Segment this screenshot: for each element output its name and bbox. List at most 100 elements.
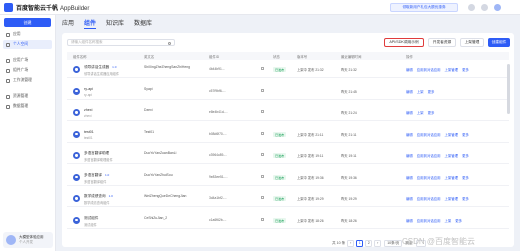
action-3[interactable]: 更多 (428, 111, 435, 115)
search-input[interactable]: 请输入组件名称搜索 (67, 39, 175, 46)
promo-button[interactable]: 领取新用户礼包大额优惠券 (390, 3, 458, 12)
action-2[interactable]: 上架管理 (445, 197, 459, 201)
row-actions: 编辑 应用到对话应用 上架管理 更多 (406, 132, 473, 137)
english-name: Test01 (144, 129, 154, 134)
action-0[interactable]: 编辑 (406, 133, 413, 137)
table-row[interactable]: 测试组件 测试组件 CeShiZuJian_2 c1a6f62b-... 已发布 上架中 … (67, 213, 509, 229)
action-2[interactable]: 上架管理 (445, 133, 459, 137)
copy-icon[interactable] (261, 67, 264, 70)
create-component-button[interactable]: 创建组件 (488, 38, 510, 47)
action-2[interactable]: 上架 (417, 90, 424, 94)
developer-resources-button[interactable]: 开发者资源 (428, 38, 456, 47)
action-0[interactable]: 编辑 (406, 197, 413, 201)
component-name[interactable]: 领导讲话生成器 1.0 (84, 65, 116, 70)
listing-manage-button[interactable]: 上架管理 (460, 38, 484, 47)
action-0[interactable]: 编辑 (406, 111, 413, 115)
tab-database[interactable]: 数据库 (134, 16, 152, 29)
component-name[interactable]: 测试组件 (84, 216, 101, 221)
action-0[interactable]: 编辑 (406, 176, 413, 180)
action-3[interactable]: 更多 (462, 133, 469, 137)
table-row[interactable]: zhexi zhexi Dzexi e8e4b41d-... 昨天 21:24 编辑 上架更… (67, 105, 509, 121)
tab-components[interactable]: 组件 (84, 16, 97, 29)
component-icon (73, 109, 80, 116)
action-1[interactable]: 应用到对话应用 (417, 197, 441, 201)
action-0[interactable]: 编辑 (406, 154, 413, 158)
page-1[interactable]: 1 (356, 239, 364, 247)
action-2[interactable]: 上架管理 (445, 176, 459, 180)
version-tag: 1.0 (108, 194, 113, 198)
component-icon (6, 68, 10, 73)
next-page-button[interactable]: › (374, 239, 382, 247)
action-3[interactable]: 更多 (428, 90, 435, 94)
component-icon (73, 66, 80, 73)
action-0[interactable]: 编辑 (406, 219, 413, 223)
copy-icon[interactable] (261, 110, 264, 113)
copy-icon[interactable] (261, 131, 264, 135)
table-row[interactable]: 领导讲话生成器 1.0 领导讲话生成器应用组件 ShiXingZheZhengSanZ… (67, 62, 509, 78)
bell-icon[interactable] (468, 4, 475, 11)
component-name[interactable]: 多语言翻译 1.0 (84, 173, 109, 178)
status-badge: 已发布 (273, 67, 287, 72)
component-desc: zhexi (84, 114, 92, 118)
action-2[interactable]: 上架管理 (445, 154, 459, 158)
page-size-select[interactable]: 10条/页 (384, 239, 403, 247)
component-name[interactable]: zhexi (84, 108, 95, 112)
help-icon[interactable] (481, 4, 488, 11)
action-2[interactable]: 上架管理 (445, 68, 459, 72)
table-row[interactable]: 多语言翻译助理 多语言翻译助理组件 DuoYuYanZuanBanLi c3964c8… (67, 148, 509, 164)
version-info: 上架中 发布 18:26 (297, 218, 324, 223)
action-3[interactable]: 更多 (455, 219, 462, 223)
component-name[interactable]: test01 (84, 130, 97, 134)
action-0[interactable]: 编辑 (406, 68, 413, 72)
action-2[interactable]: 上架 (417, 111, 424, 115)
action-2[interactable]: 上架 (445, 219, 452, 223)
tab-apps[interactable]: 应用 (62, 16, 74, 29)
component-id: e8e4b41d-... (209, 110, 228, 114)
action-0[interactable]: 编辑 (406, 90, 413, 94)
action-1[interactable]: 应用到对话应用 (417, 219, 441, 223)
component-name[interactable]: ry-api (84, 87, 96, 91)
copy-icon[interactable] (261, 88, 264, 92)
resource-icon (6, 94, 10, 99)
sidebar-item-personal[interactable]: 个人空间 (3, 40, 52, 49)
sidebar-item-resources[interactable]: 资源管理 (3, 92, 52, 101)
api-sdk-example-button[interactable]: API/SDK调用示例 (384, 38, 424, 47)
sidebar-item-data[interactable]: 数据管理 (3, 102, 52, 111)
action-3[interactable]: 更多 (462, 68, 469, 72)
component-name[interactable]: 多语言翻译助理 (84, 151, 112, 156)
action-1[interactable]: 应用到对话应用 (417, 154, 441, 158)
sidebar-item-workflow[interactable]: 工作流管理 (3, 76, 52, 85)
copy-icon[interactable] (261, 153, 264, 156)
component-id: c3964c89-... (209, 153, 228, 157)
create-button[interactable]: 创建 (4, 18, 51, 27)
user-card[interactable]: 大模型体验应用 个人开发 (3, 232, 53, 248)
table-row[interactable]: 多语言翻译 1.0 多语言翻译组件 DuoYuYanZhuiSou 9e83ee51-.… (67, 170, 509, 186)
action-3[interactable]: 更多 (462, 154, 469, 158)
copy-icon[interactable] (261, 174, 264, 178)
action-1[interactable]: 应用到对话应用 (417, 68, 441, 72)
sidebar-item-app-square[interactable]: 应用广场 (3, 56, 52, 65)
edit-time: 昨天 21:45 (341, 89, 357, 94)
action-3[interactable]: 更多 (462, 197, 469, 201)
edit-time: 昨天 19:29 (341, 197, 357, 201)
copy-icon[interactable] (261, 196, 264, 199)
action-1[interactable]: 应用到对话应用 (417, 133, 441, 137)
row-actions: 编辑 应用到对话应用 上架 更多 (406, 218, 466, 223)
prev-page-button[interactable]: ‹ (347, 239, 355, 247)
sidebar-item-apps[interactable]: 应用 (3, 30, 52, 39)
component-name[interactable]: 数学成绩查询 1.0 (84, 194, 113, 199)
table-row[interactable]: test01 test01 Test01 b08d6f70-... 已发布 上架中 发布 … (67, 127, 509, 143)
sidebar-item-component-square[interactable]: 组件广场 (3, 66, 52, 75)
table-row[interactable]: ry-api ry-api Syapi c57f9bf6-... 昨天 21:45 编辑上… (67, 84, 509, 100)
page-2[interactable]: 2 (365, 239, 373, 247)
action-1[interactable]: 应用到对话应用 (417, 176, 441, 180)
tab-knowledge[interactable]: 知识库 (106, 16, 124, 29)
english-name: CeShiZuJian_2 (144, 215, 168, 220)
table-row[interactable]: 数学成绩查询 1.0 数学成绩查询组件 WeiZhengQueDeChengJian 3… (67, 191, 509, 207)
copy-icon[interactable] (261, 217, 264, 221)
scrollbar[interactable] (507, 64, 510, 114)
action-3[interactable]: 更多 (462, 176, 469, 180)
component-desc: 多语言翻译组件 (84, 179, 107, 184)
user-avatar[interactable] (494, 4, 501, 11)
component-id: 9e83ee51-... (209, 174, 228, 179)
